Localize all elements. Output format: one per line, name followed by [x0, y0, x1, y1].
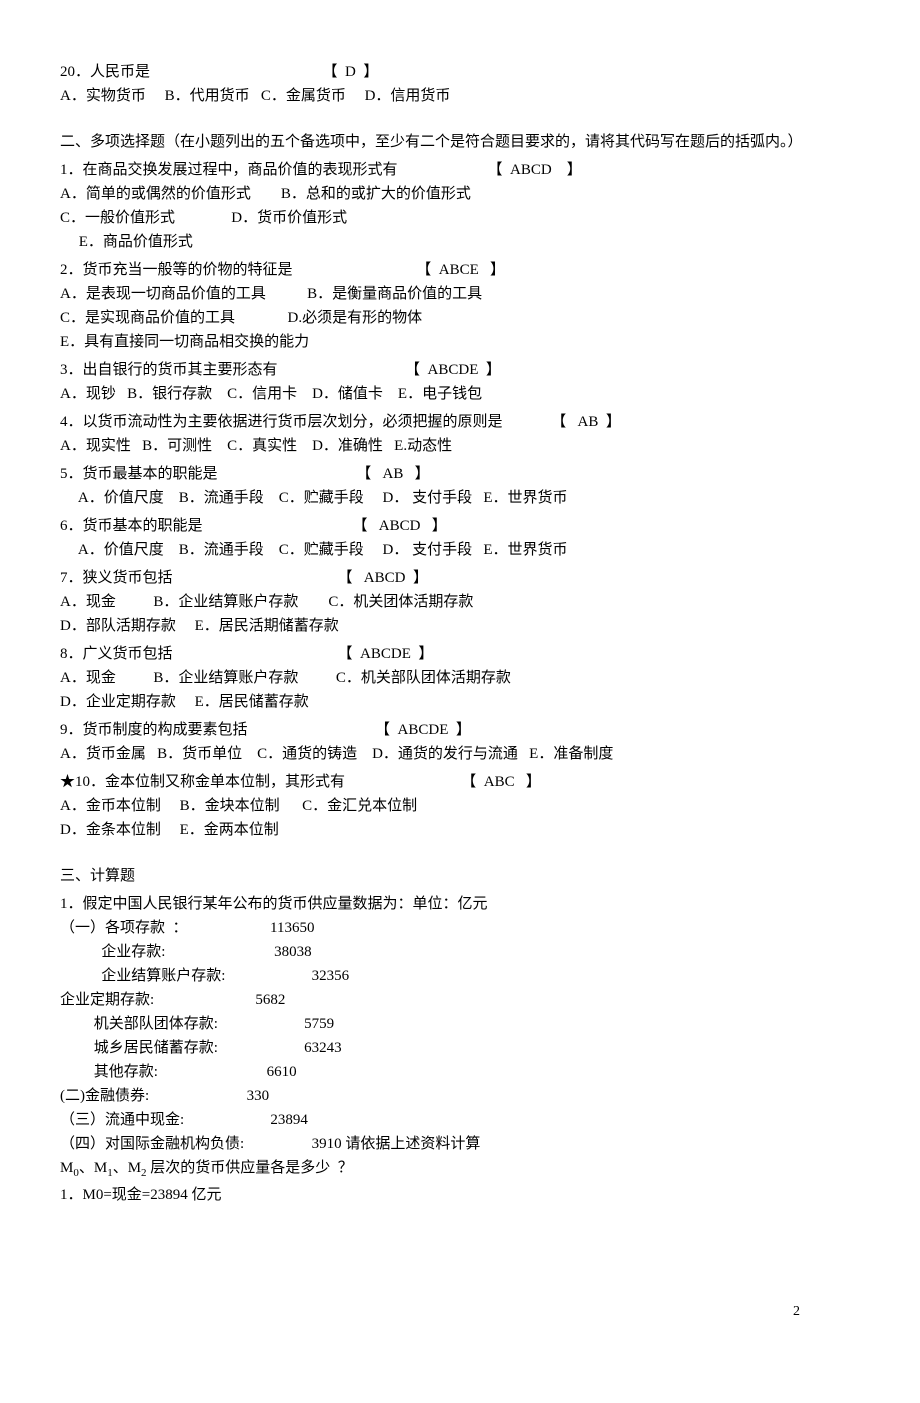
mq9-opts: A．货币金属 B．货币单位 C．通货的铸造 D．通货的发行与流通 E．准备制度: [60, 742, 860, 766]
mq2-opt-cd: C．是实现商品价值的工具 D.必须是有形的物体: [60, 306, 860, 330]
multi-question-2: 2．货币充当一般等的价物的特征是 【 ABCE 】 A．是表现一切商品价值的工具…: [60, 258, 860, 354]
mq4-stem-row: 4．以货币流动性为主要依据进行货币层次划分，必须把握的原则是 【 AB 】: [60, 410, 860, 434]
mq4-answer: 【 AB 】: [551, 414, 621, 430]
mq10-opts-abc: A．金币本位制 B．金块本位制 C．金汇兑本位制: [60, 794, 860, 818]
mq3-opts: A．现钞 B．银行存款 C．信用卡 D．储值卡 E．电子钱包: [60, 382, 860, 406]
calc-answer-1: 1．M0=现金=23894 亿元: [60, 1183, 860, 1207]
mq6-answer: 【 ABCD 】: [353, 518, 447, 534]
calc-m-mid1: 、M: [79, 1160, 107, 1176]
mq2-stem: 2．货币充当一般等的价物的特征是: [60, 262, 293, 278]
mq1-opt-e: E．商品价值形式: [60, 230, 860, 254]
mq8-answer: 【 ABCDE 】: [338, 646, 434, 662]
question-20: 20．人民币是 【 D 】 A．实物货币 B．代用货币 C．金属货币 D．信用货…: [60, 60, 860, 108]
calc-item-1a: 企业存款: 38038: [60, 940, 860, 964]
mq6-stem-row: 6．货币基本的职能是 【 ABCD 】: [60, 514, 860, 538]
multi-question-1: 1．在商品交换发展过程中，商品价值的表现形式有 【 ABCD 】 A．简单的或偶…: [60, 158, 860, 254]
calc-m-mid2: 、M: [113, 1160, 141, 1176]
mq2-answer: 【 ABCE 】: [416, 262, 505, 278]
q20-stem-row: 20．人民币是 【 D 】: [60, 60, 860, 84]
mq4-opts: A．现实性 B．可测性 C．真实性 D．准确性 E.动态性: [60, 434, 860, 458]
mq8-stem: 8．广义货币包括: [60, 646, 173, 662]
mq10-stem-row: ★10．金本位制又称金单本位制，其形式有 【 ABC 】: [60, 770, 860, 794]
mq7-opts-abc: A．现金 B．企业结算账户存款 C．机关团体活期存款: [60, 590, 860, 614]
mq9-answer: 【 ABCDE 】: [375, 722, 471, 738]
calc-item-2: (二)金融债券: 330: [60, 1084, 860, 1108]
multi-question-5: 5．货币最基本的职能是 【 AB 】 A．价值尺度 B．流通手段 C．贮藏手段 …: [60, 462, 860, 510]
section-3-title: 三、计算题: [60, 864, 860, 888]
section-2-title: 二、多项选择题（在小题列出的五个备选项中，至少有二个是符合题目要求的，请将其代码…: [60, 130, 860, 154]
mq1-stem-row: 1．在商品交换发展过程中，商品价值的表现形式有 【 ABCD 】: [60, 158, 860, 182]
mq1-answer: 【 ABCD 】: [488, 162, 582, 178]
mq2-stem-row: 2．货币充当一般等的价物的特征是 【 ABCE 】: [60, 258, 860, 282]
multi-question-6: 6．货币基本的职能是 【 ABCD 】 A．价值尺度 B．流通手段 C．贮藏手段…: [60, 514, 860, 562]
q20-answer: 【 D 】: [323, 64, 379, 80]
multi-question-10: ★10．金本位制又称金单本位制，其形式有 【 ABC 】 A．金币本位制 B．金…: [60, 770, 860, 842]
mq5-stem: 5．货币最基本的职能是: [60, 466, 218, 482]
calc-question-line: M0、M1、M2 层次的货币供应量各是多少 ？: [60, 1156, 860, 1183]
mq5-opts: A．价值尺度 B．流通手段 C．贮藏手段 D． 支付手段 E．世界货币: [60, 486, 860, 510]
calc-m-prefix: M: [60, 1160, 73, 1176]
calc-item-1f: 其他存款: 6610: [60, 1060, 860, 1084]
multi-question-3: 3．出自银行的货币其主要形态有 【 ABCDE 】 A．现钞 B．银行存款 C．…: [60, 358, 860, 406]
mq8-stem-row: 8．广义货币包括 【 ABCDE 】: [60, 642, 860, 666]
mq4-stem: 4．以货币流动性为主要依据进行货币层次划分，必须把握的原则是: [60, 414, 503, 430]
mq3-stem: 3．出自银行的货币其主要形态有: [60, 362, 278, 378]
calc-item-1b: 企业结算账户存款: 32356: [60, 964, 860, 988]
calc-item-1c: 企业定期存款: 5682: [60, 988, 860, 1012]
mq7-opts-de: D．部队活期存款 E．居民活期储蓄存款: [60, 614, 860, 638]
multi-question-9: 9．货币制度的构成要素包括 【 ABCDE 】 A．货币金属 B．货币单位 C．…: [60, 718, 860, 766]
calc-item-4: （四）对国际金融机构负债: 3910 请依据上述资料计算: [60, 1132, 860, 1156]
mq7-stem-row: 7．狭义货币包括 【 ABCD 】: [60, 566, 860, 590]
mq3-answer: 【 ABCDE 】: [405, 362, 501, 378]
mq1-opt-ab: A．简单的或偶然的价值形式 B．总和的或扩大的价值形式: [60, 182, 860, 206]
mq8-opts-abc: A．现金 B．企业结算账户存款 C．机关部队团体活期存款: [60, 666, 860, 690]
spacer: [60, 846, 860, 864]
mq6-stem: 6．货币基本的职能是: [60, 518, 203, 534]
calc-item-1: （一）各项存款 ： 113650: [60, 916, 860, 940]
q20-options: A．实物货币 B．代用货币 C．金属货币 D．信用货币: [60, 84, 860, 108]
multi-question-8: 8．广义货币包括 【 ABCDE 】 A．现金 B．企业结算账户存款 C．机关部…: [60, 642, 860, 714]
mq10-opts-de: D．金条本位制 E．金两本位制: [60, 818, 860, 842]
q20-stem: 20．人民币是: [60, 64, 150, 80]
mq10-stem: ★10．金本位制又称金单本位制，其形式有: [60, 774, 345, 790]
mq8-opts-de: D．企业定期存款 E．居民储蓄存款: [60, 690, 860, 714]
spacer: [60, 112, 860, 130]
mq2-opt-e: E．具有直接同一切商品相交换的能力: [60, 330, 860, 354]
calculation-question-1: 1．假定中国人民银行某年公布的货币供应量数据为：单位：亿元 （一）各项存款 ： …: [60, 892, 860, 1207]
mq5-stem-row: 5．货币最基本的职能是 【 AB 】: [60, 462, 860, 486]
calc-item-3: （三）流通中现金: 23894: [60, 1108, 860, 1132]
multi-question-4: 4．以货币流动性为主要依据进行货币层次划分，必须把握的原则是 【 AB 】 A．…: [60, 410, 860, 458]
mq5-answer: 【 AB 】: [356, 466, 429, 482]
calc-item-1e: 城乡居民储蓄存款: 63243: [60, 1036, 860, 1060]
mq6-opts: A．价值尺度 B．流通手段 C．贮藏手段 D． 支付手段 E．世界货币: [60, 538, 860, 562]
mq7-answer: 【 ABCD 】: [338, 570, 428, 586]
calc-stem: 1．假定中国人民银行某年公布的货币供应量数据为：单位：亿元: [60, 892, 860, 916]
mq2-opt-ab: A．是表现一切商品价值的工具 B．是衡量商品价值的工具: [60, 282, 860, 306]
mq3-stem-row: 3．出自银行的货币其主要形态有 【 ABCDE 】: [60, 358, 860, 382]
mq10-answer: 【 ABC 】: [461, 774, 541, 790]
mq9-stem: 9．货币制度的构成要素包括: [60, 722, 248, 738]
multi-question-7: 7．狭义货币包括 【 ABCD 】 A．现金 B．企业结算账户存款 C．机关团体…: [60, 566, 860, 638]
page-number: 2: [793, 1301, 800, 1323]
calc-item-1d: 机关部队团体存款: 5759: [60, 1012, 860, 1036]
mq7-stem: 7．狭义货币包括: [60, 570, 173, 586]
calc-m-suffix: 层次的货币供应量各是多少 ？: [147, 1160, 353, 1176]
mq1-stem: 1．在商品交换发展过程中，商品价值的表现形式有: [60, 162, 398, 178]
mq1-opt-cd: C．一般价值形式 D．货币价值形式: [60, 206, 860, 230]
mq9-stem-row: 9．货币制度的构成要素包括 【 ABCDE 】: [60, 718, 860, 742]
